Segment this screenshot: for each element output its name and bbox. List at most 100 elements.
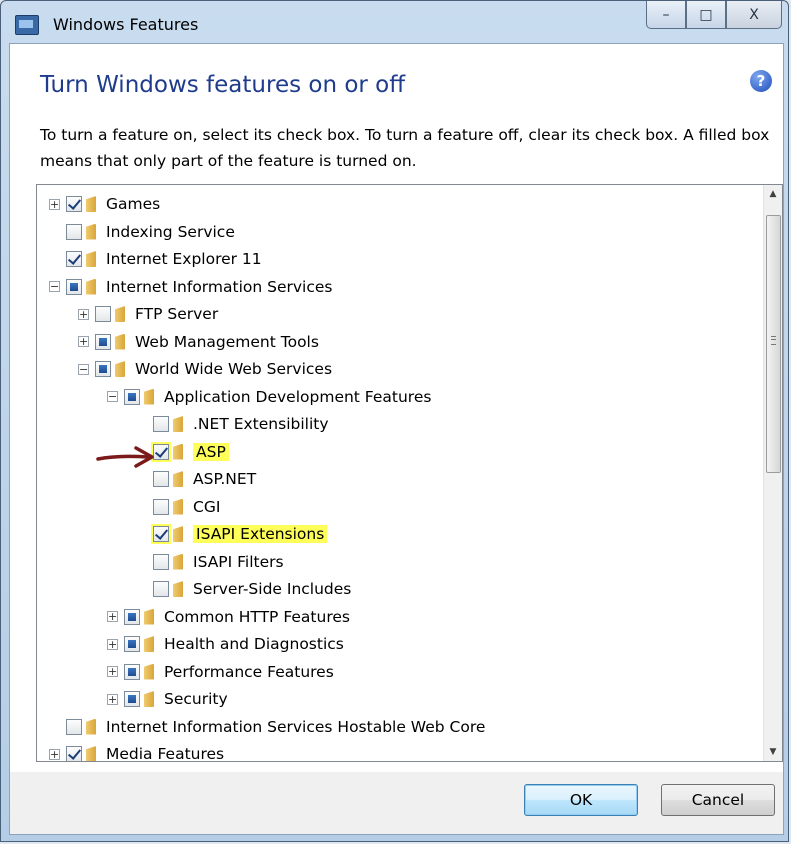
feature-checkbox[interactable] (66, 223, 82, 240)
expand-icon[interactable]: + (107, 611, 118, 622)
tree-item-label: Media Features (106, 745, 225, 762)
tree-scrollbar[interactable]: ▲ ▼ (763, 185, 782, 761)
feature-checkbox[interactable] (66, 251, 82, 267)
collapse-icon[interactable]: − (107, 391, 118, 402)
feature-checkbox[interactable] (124, 388, 140, 405)
tree-item-label: ISAPI Filters (193, 552, 284, 571)
expand-icon[interactable]: + (78, 336, 89, 347)
expand-icon[interactable]: + (49, 748, 60, 760)
window-title: Windows Features (53, 15, 199, 34)
folder-icon (173, 498, 183, 515)
feature-checkbox[interactable] (124, 663, 140, 680)
feature-checkbox[interactable] (124, 636, 140, 652)
feature-checkbox[interactable] (124, 608, 140, 625)
tree-item[interactable]: ISAPI Extensions (136, 520, 328, 548)
windows-features-window: Windows Features – □ X Turn Windows feat… (0, 0, 789, 842)
tree-item[interactable]: Indexing Service (49, 218, 235, 246)
scroll-down-icon[interactable]: ▼ (764, 743, 782, 761)
expander-spacer (49, 721, 60, 732)
expand-icon[interactable]: + (107, 666, 118, 677)
feature-checkbox[interactable] (66, 718, 82, 735)
tree-item[interactable]: − Application Development Features (107, 383, 431, 411)
tree-item-label: CGI (193, 497, 221, 516)
feature-checkbox[interactable] (153, 416, 169, 432)
expander-spacer (49, 226, 60, 237)
tree-item[interactable]: + Security (107, 685, 228, 713)
tree-item-label: Games (106, 195, 161, 213)
feature-checkbox[interactable] (95, 306, 111, 322)
folder-icon (86, 196, 96, 212)
tree-item[interactable]: Server-Side Includes (136, 575, 351, 603)
expand-icon[interactable]: + (107, 638, 118, 650)
folder-icon (86, 251, 96, 267)
expander-spacer (136, 556, 147, 567)
folder-icon (144, 691, 154, 707)
tree-item[interactable]: + Common HTTP Features (107, 603, 350, 631)
tree-item[interactable]: CGI (136, 493, 220, 521)
feature-checkbox[interactable] (151, 524, 171, 544)
tree-item-label: ISAPI Extensions (193, 525, 328, 543)
tree-item[interactable]: − Internet Information Services (49, 273, 332, 301)
tree-item[interactable]: + Games (49, 190, 160, 218)
folder-icon (173, 471, 183, 487)
feature-checkbox[interactable] (153, 498, 169, 515)
help-icon[interactable]: ? (750, 70, 772, 92)
feature-checkbox[interactable] (124, 691, 140, 707)
tree-item[interactable]: + Health and Diagnostics (107, 630, 344, 658)
tree-item-label: Performance Features (164, 662, 334, 681)
maximize-icon: □ (699, 6, 713, 23)
expand-icon[interactable]: + (78, 308, 89, 320)
folder-icon (86, 746, 96, 761)
tree-item-label: .NET Extensibility (193, 415, 329, 433)
tree-item[interactable]: Internet Explorer 11 (49, 245, 262, 273)
tree-item-label: Internet Information Services (106, 277, 333, 296)
folder-icon (173, 443, 183, 460)
folder-icon (115, 306, 125, 322)
minimize-button[interactable]: – (646, 1, 686, 29)
tree-item[interactable]: + Media Features (49, 740, 225, 762)
scroll-up-icon[interactable]: ▲ (764, 185, 782, 203)
feature-checkbox[interactable] (66, 746, 82, 761)
feature-checkbox[interactable] (153, 581, 169, 597)
dialog-footer: OK Cancel (10, 772, 783, 834)
feature-checkbox[interactable] (95, 361, 111, 377)
close-icon: X (749, 6, 759, 23)
title-bar[interactable]: Windows Features – □ X (1, 1, 788, 43)
cancel-button[interactable]: Cancel (661, 784, 775, 816)
scroll-thumb[interactable] (766, 215, 781, 473)
ok-button[interactable]: OK (524, 784, 638, 816)
expand-icon[interactable]: + (107, 693, 118, 705)
tree-item[interactable]: ASP.NET (136, 465, 256, 493)
feature-checkbox[interactable] (153, 553, 169, 570)
expand-icon[interactable]: + (49, 198, 60, 210)
folder-icon (115, 333, 125, 350)
tree-item[interactable]: − World Wide Web Services (78, 355, 332, 383)
expander-spacer (136, 584, 147, 595)
close-button[interactable]: X (726, 1, 782, 29)
maximize-button[interactable]: □ (686, 1, 726, 29)
tree-item[interactable]: + Web Management Tools (78, 328, 319, 356)
tree-item-label: Common HTTP Features (164, 607, 350, 626)
tree-item[interactable]: ISAPI Filters (136, 548, 284, 576)
feature-checkbox[interactable] (66, 278, 82, 295)
folder-icon (173, 581, 183, 597)
tree-item-label: Health and Diagnostics (164, 635, 344, 653)
window-controls: – □ X (646, 1, 782, 31)
tree-item-label: FTP Server (135, 305, 219, 323)
tree-item-label: Security (164, 690, 228, 708)
tree-item-label: ASP.NET (193, 470, 257, 488)
collapse-icon[interactable]: − (49, 281, 60, 292)
feature-checkbox[interactable] (95, 333, 111, 350)
tree-item[interactable]: Internet Information Services Hostable W… (49, 713, 485, 741)
tree-item[interactable]: .NET Extensibility (136, 410, 329, 438)
feature-checkbox[interactable] (66, 196, 82, 212)
collapse-icon[interactable]: − (78, 363, 89, 375)
features-tree: ▲ ▼ + Games Indexing Service Internet Explo… (36, 184, 783, 762)
tree-item-label: Indexing Service (106, 222, 235, 241)
feature-checkbox[interactable] (153, 471, 169, 487)
tree-item[interactable]: + Performance Features (107, 658, 334, 686)
tree-item-label: ASP (193, 442, 229, 461)
tree-item[interactable]: + FTP Server (78, 300, 218, 328)
folder-icon (144, 608, 154, 625)
tree-item-label: Internet Information Services Hostable W… (106, 717, 486, 736)
